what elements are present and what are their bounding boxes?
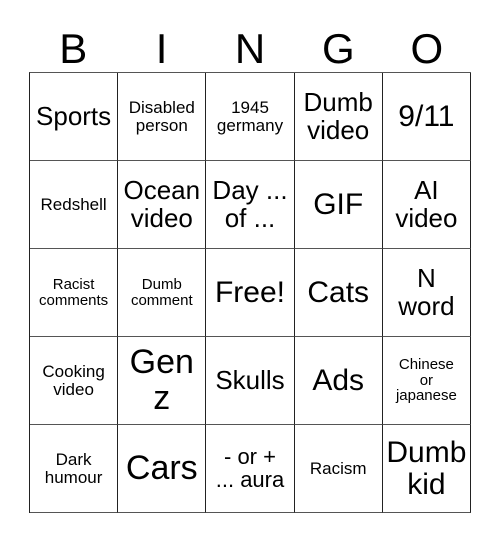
bingo-cell-label: Dumb kid [386, 436, 467, 501]
bingo-cell[interactable]: Chinese or japanese [382, 337, 471, 425]
bingo-cell[interactable]: Gen z [118, 337, 207, 425]
bingo-cell-label: AI video [395, 175, 458, 233]
bingo-cell-label: Skulls [215, 364, 285, 395]
bingo-cell[interactable]: Dumb comment [118, 249, 207, 337]
header-letter-o: O [410, 25, 444, 72]
bingo-cell[interactable]: Free! [206, 249, 295, 337]
bingo-cell[interactable]: 1945 germany [206, 73, 295, 161]
bingo-cell-label: Racism [309, 458, 367, 478]
bingo-cell[interactable]: AI video [382, 161, 471, 249]
bingo-cell-label: Racist comments [39, 275, 109, 309]
bingo-cell[interactable]: - or + ... aura [206, 425, 295, 513]
bingo-cell-label: Cats [307, 275, 370, 309]
bingo-cell[interactable]: GIF [294, 161, 383, 249]
bingo-cell[interactable]: Skulls [206, 337, 295, 425]
bingo-cell-label: Day ... of ... [212, 175, 288, 233]
bingo-card: B I N G O Sports Disabled person 1945 germ… [29, 17, 471, 513]
header-letter-n: N [234, 25, 266, 72]
bingo-cell-label: Free! [214, 275, 285, 309]
bingo-cell[interactable]: Racism [294, 425, 383, 513]
bingo-cell[interactable]: Disabled person [118, 73, 207, 161]
bingo-cell-label: 9/11 [398, 99, 455, 133]
bingo-cell-label: - or + ... aura [215, 443, 285, 492]
bingo-cell-label: Cars [125, 448, 198, 487]
bingo-cell-label: N word [398, 263, 455, 321]
bingo-cell-label: Sports [36, 100, 112, 131]
bingo-cell[interactable]: Cooking video [30, 337, 119, 425]
header-letter-g: G [322, 25, 355, 72]
bingo-cell-label: Dark humour [44, 449, 103, 487]
bingo-cell[interactable]: 9/11 [382, 73, 471, 161]
header-letter-b: B [59, 25, 88, 72]
bingo-cell[interactable]: N word [382, 249, 471, 337]
bingo-cell-label: Cooking video [42, 361, 105, 399]
bingo-cell-label: Dumb comment [130, 275, 193, 309]
bingo-cell-label: 1945 germany [216, 97, 284, 135]
bingo-cell-label: Redshell [40, 194, 107, 214]
bingo-header: B I N G O [29, 17, 471, 72]
bingo-cell[interactable]: Racist comments [30, 249, 119, 337]
bingo-cell-label: GIF [313, 187, 364, 221]
bingo-cell-label: Ocean video [123, 175, 201, 233]
bingo-cell[interactable]: Ads [294, 337, 383, 425]
bingo-cell[interactable]: Ocean video [118, 161, 207, 249]
bingo-grid: Sports Disabled person 1945 germany Dumb vi… [29, 72, 471, 513]
bingo-cell[interactable]: Cars [118, 425, 207, 513]
bingo-cell[interactable]: Day ... of ... [206, 161, 295, 249]
bingo-cell[interactable]: Sports [30, 73, 119, 161]
bingo-cell-label: Chinese or japanese [395, 356, 457, 405]
bingo-cell-label: Disabled person [128, 97, 195, 135]
bingo-cell-label: Dumb video [303, 87, 373, 145]
bingo-cell[interactable]: Dumb video [294, 73, 383, 161]
bingo-cell-label: Ads [312, 363, 365, 397]
header-letter-i: I [155, 25, 168, 72]
bingo-cell[interactable]: Dark humour [30, 425, 119, 513]
bingo-cell[interactable]: Cats [294, 249, 383, 337]
bingo-cell[interactable]: Redshell [30, 161, 119, 249]
bingo-cell-label: Gen z [129, 343, 194, 417]
bingo-cell[interactable]: Dumb kid [382, 425, 471, 513]
